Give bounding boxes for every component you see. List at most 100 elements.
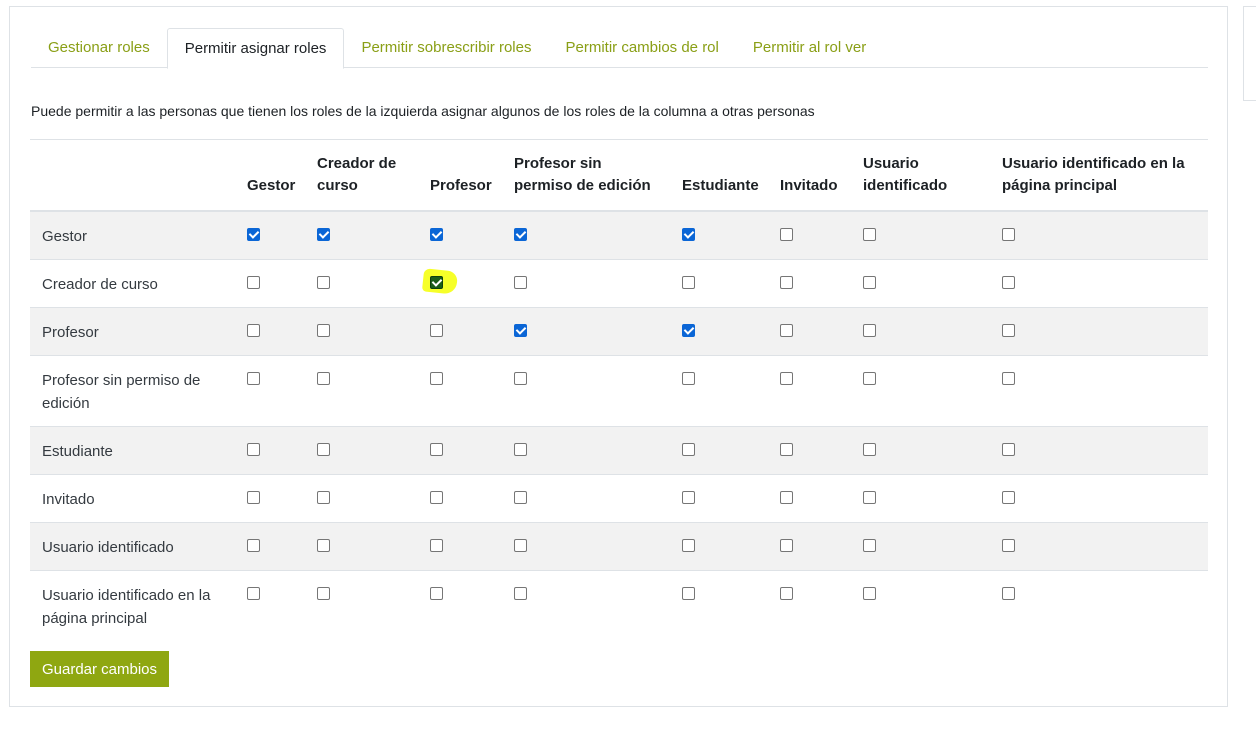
- column-header: Profesor: [418, 139, 502, 212]
- permission-checkbox[interactable]: [430, 539, 443, 552]
- permission-checkbox[interactable]: [863, 324, 876, 337]
- matrix-cell: [502, 210, 670, 260]
- permission-checkbox[interactable]: [780, 539, 793, 552]
- permission-checkbox[interactable]: [863, 372, 876, 385]
- permission-checkbox[interactable]: [780, 276, 793, 289]
- permission-checkbox[interactable]: [430, 372, 443, 385]
- matrix-cell: [670, 307, 768, 356]
- permission-checkbox[interactable]: [863, 587, 876, 600]
- permission-checkbox[interactable]: [780, 324, 793, 337]
- table-row: Gestor: [30, 210, 1208, 260]
- permission-checkbox[interactable]: [682, 276, 695, 289]
- matrix-cell: [418, 474, 502, 523]
- permission-checkbox[interactable]: [247, 324, 260, 337]
- matrix-cell: [502, 522, 670, 571]
- permission-checkbox[interactable]: [682, 587, 695, 600]
- tab-bar: Gestionar roles Permitir asignar roles P…: [31, 28, 1208, 69]
- permission-checkbox[interactable]: [430, 587, 443, 600]
- permission-checkbox[interactable]: [514, 324, 527, 337]
- matrix-cell: [670, 259, 768, 308]
- permission-checkbox[interactable]: [780, 443, 793, 456]
- permission-checkbox[interactable]: [682, 443, 695, 456]
- permission-checkbox[interactable]: [247, 539, 260, 552]
- permission-checkbox[interactable]: [780, 228, 793, 241]
- permission-checkbox[interactable]: [863, 443, 876, 456]
- row-role-label: Estudiante: [30, 426, 235, 475]
- matrix-cell: [670, 210, 768, 260]
- permission-checkbox[interactable]: [1002, 491, 1015, 504]
- permission-checkbox[interactable]: [317, 372, 330, 385]
- matrix-cell: [990, 307, 1208, 356]
- permission-checkbox[interactable]: [247, 372, 260, 385]
- highlighted-checkbox-wrapper: [421, 268, 459, 296]
- permission-checkbox[interactable]: [863, 491, 876, 504]
- table-row: Profesor: [30, 307, 1208, 356]
- permission-checkbox[interactable]: [682, 324, 695, 337]
- tab-permitir-asignar-roles[interactable]: Permitir asignar roles: [166, 28, 345, 69]
- permission-checkbox[interactable]: [317, 228, 330, 241]
- column-header: Creador de curso: [305, 139, 418, 212]
- permission-checkbox[interactable]: [514, 491, 527, 504]
- permission-checkbox[interactable]: [1002, 539, 1015, 552]
- matrix-cell: [418, 210, 502, 260]
- permission-checkbox[interactable]: [1002, 228, 1015, 241]
- permission-checkbox[interactable]: [514, 587, 527, 600]
- column-header: Estudiante: [670, 139, 768, 212]
- permission-checkbox[interactable]: [1002, 587, 1015, 600]
- permission-checkbox[interactable]: [1002, 372, 1015, 385]
- matrix-cell: [851, 474, 990, 523]
- permission-checkbox[interactable]: [780, 587, 793, 600]
- permission-checkbox[interactable]: [430, 324, 443, 337]
- tab-permitir-sobrescribir-roles[interactable]: Permitir sobrescribir roles: [344, 28, 548, 68]
- permission-checkbox[interactable]: [682, 228, 695, 241]
- tab-permitir-cambios-de-rol[interactable]: Permitir cambios de rol: [548, 28, 735, 68]
- permission-checkbox[interactable]: [1002, 443, 1015, 456]
- permission-checkbox[interactable]: [682, 372, 695, 385]
- permission-checkbox[interactable]: [247, 443, 260, 456]
- permission-checkbox[interactable]: [317, 587, 330, 600]
- matrix-cell: [768, 426, 851, 475]
- row-role-label: Gestor: [30, 210, 235, 260]
- tab-gestionar-roles[interactable]: Gestionar roles: [31, 28, 167, 68]
- matrix-cell: [235, 426, 305, 475]
- save-changes-button[interactable]: Guardar cambios: [30, 651, 169, 687]
- permission-checkbox[interactable]: [1002, 276, 1015, 289]
- permission-checkbox[interactable]: [863, 276, 876, 289]
- permission-checkbox[interactable]: [430, 491, 443, 504]
- matrix-cell: [768, 259, 851, 308]
- permission-checkbox[interactable]: [247, 228, 260, 241]
- permission-checkbox[interactable]: [863, 228, 876, 241]
- permission-checkbox[interactable]: [514, 228, 527, 241]
- permission-checkbox[interactable]: [514, 539, 527, 552]
- column-header: Usuario identificado: [851, 139, 990, 212]
- permission-checkbox[interactable]: [247, 587, 260, 600]
- permission-checkbox[interactable]: [430, 443, 443, 456]
- matrix-cell: [502, 570, 670, 641]
- permission-checkbox[interactable]: [780, 372, 793, 385]
- matrix-cell: [418, 570, 502, 641]
- permission-checkbox[interactable]: [430, 276, 443, 289]
- permission-checkbox[interactable]: [317, 491, 330, 504]
- permission-checkbox[interactable]: [317, 276, 330, 289]
- matrix-cell: [768, 307, 851, 356]
- permission-checkbox[interactable]: [317, 324, 330, 337]
- permission-checkbox[interactable]: [682, 491, 695, 504]
- permission-checkbox[interactable]: [514, 276, 527, 289]
- table-row: Creador de curso: [30, 259, 1208, 308]
- matrix-cell: [990, 355, 1208, 427]
- permission-checkbox[interactable]: [514, 443, 527, 456]
- permission-checkbox[interactable]: [780, 491, 793, 504]
- permission-checkbox[interactable]: [317, 539, 330, 552]
- matrix-cell: [502, 355, 670, 427]
- permission-checkbox[interactable]: [682, 539, 695, 552]
- permission-checkbox[interactable]: [514, 372, 527, 385]
- tab-permitir-al-rol-ver[interactable]: Permitir al rol ver: [736, 28, 883, 68]
- permission-checkbox[interactable]: [863, 539, 876, 552]
- permission-checkbox[interactable]: [430, 228, 443, 241]
- matrix-cell: [235, 522, 305, 571]
- permission-checkbox[interactable]: [1002, 324, 1015, 337]
- permission-checkbox[interactable]: [247, 491, 260, 504]
- permission-checkbox[interactable]: [317, 443, 330, 456]
- matrix-cell: [990, 426, 1208, 475]
- permission-checkbox[interactable]: [247, 276, 260, 289]
